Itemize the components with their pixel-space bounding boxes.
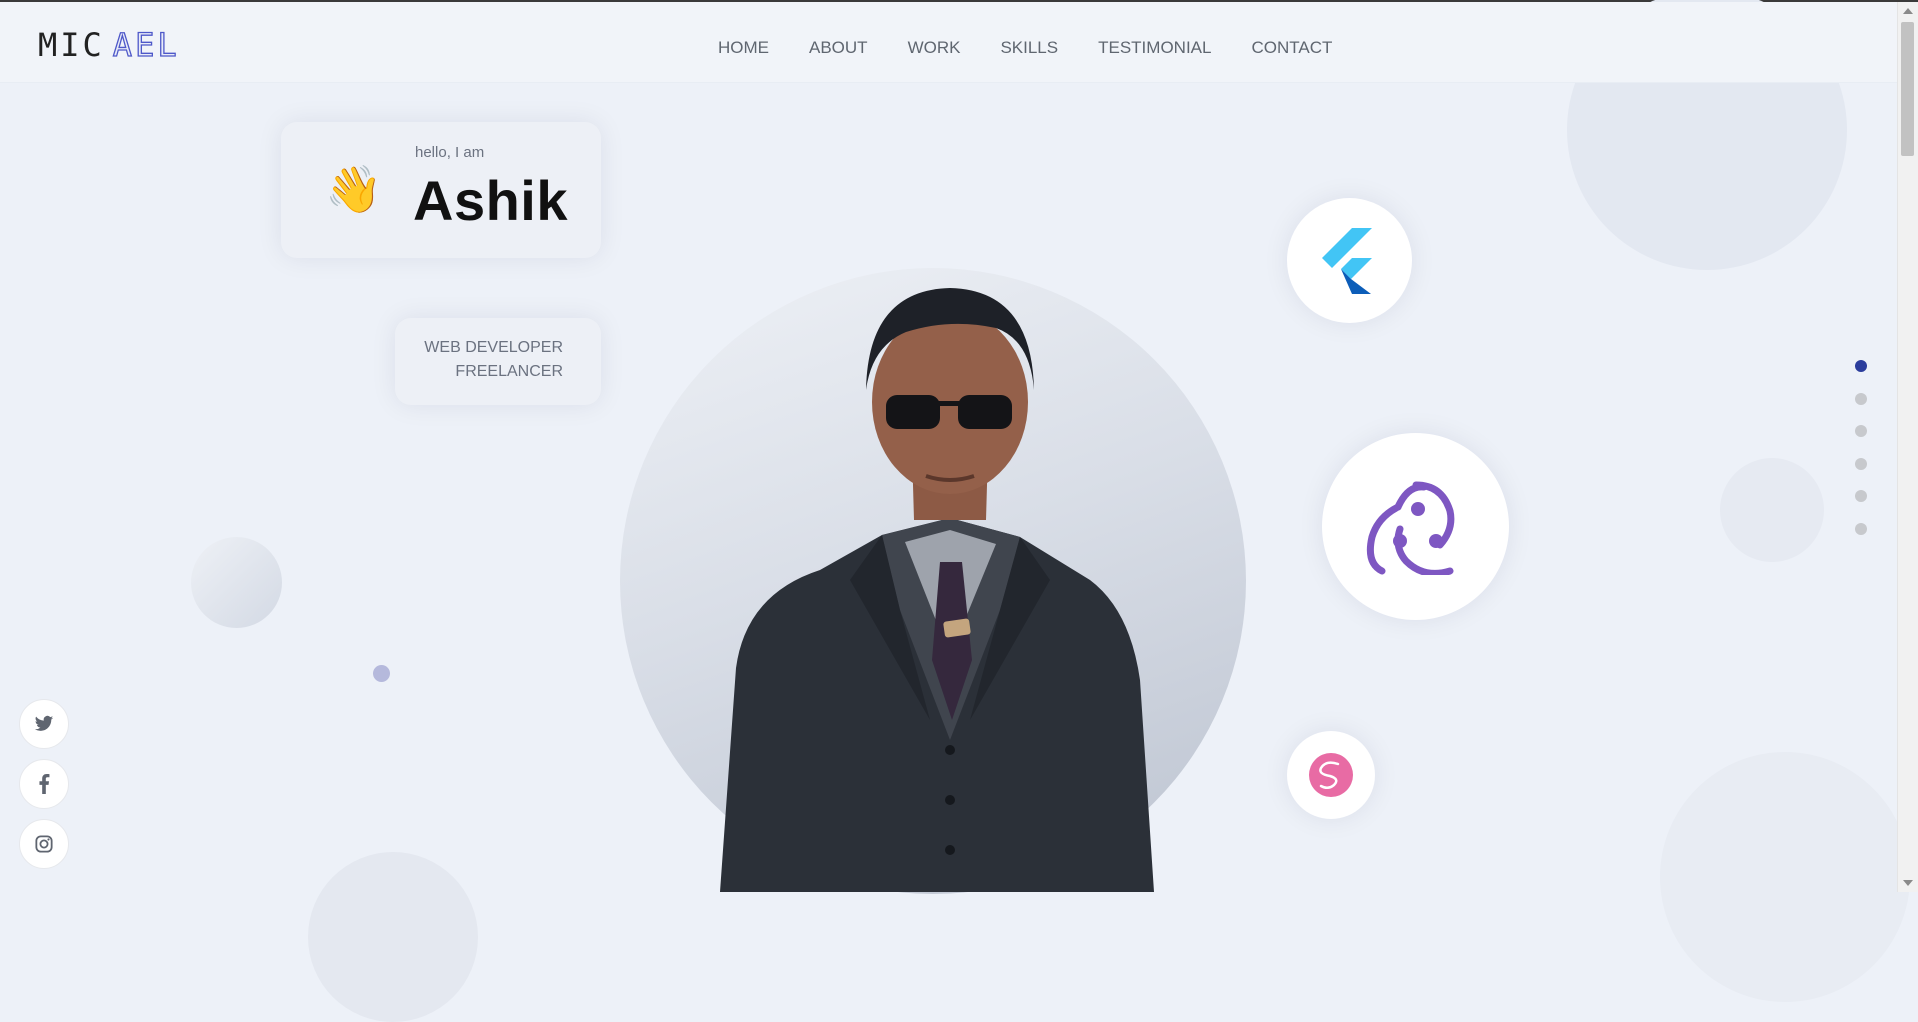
nav-link-about[interactable]: ABOUT [809,38,868,58]
twitter-link[interactable] [19,699,69,749]
redux-icon [1366,481,1454,575]
flutter-icon [1321,227,1372,294]
instagram-icon [35,835,53,853]
tech-bubble-sass [1287,731,1375,819]
twitter-icon [34,715,54,731]
section-dot-testimonial[interactable] [1855,490,1867,503]
instagram-link[interactable] [19,819,69,869]
sass-icon [1309,753,1353,797]
top-navbar: MIC AEL HOME ABOUT WORK SKILLS TESTIMONI… [0,2,1898,83]
section-pagination [1855,360,1867,556]
nav-link-testimonial[interactable]: TESTIMONIAL [1098,38,1211,58]
nav-link-skills[interactable]: SKILLS [1000,38,1058,58]
nav-link-home[interactable]: HOME [718,38,769,58]
brand-logo[interactable]: MIC AEL [38,25,180,64]
section-dot-skills[interactable] [1855,457,1867,470]
tech-bubble-flutter [1287,198,1412,323]
waving-hand-icon: 👋 [325,162,383,216]
decor-circle-right [1720,458,1824,562]
decor-circle-bottom-right [1660,752,1910,1002]
section-dot-home[interactable] [1855,360,1867,372]
facebook-icon [39,774,50,794]
section-dot-about[interactable] [1855,392,1867,405]
role-freelancer: FREELANCER [455,363,563,380]
scrollbar-thumb[interactable] [1901,22,1914,156]
greeting-card: 👋 hello, I am Ashik [281,122,601,258]
section-dot-work[interactable] [1855,425,1867,438]
logo-text-outline: AEL [112,25,180,64]
section-dot-contact[interactable] [1855,522,1867,535]
nav-link-work[interactable]: WORK [908,38,961,58]
hero-name: Ashik [413,169,568,232]
decor-dot-purple [373,665,390,682]
scroll-down-arrow-icon[interactable] [1903,880,1913,886]
facebook-link[interactable] [19,759,69,809]
tech-bubble-redux [1322,433,1509,620]
decor-circle-bottom-left [308,852,478,1022]
role-card: WEB DEVELOPER FREELANCER [395,318,601,405]
main-nav: HOME ABOUT WORK SKILLS TESTIMONIAL CONTA… [718,38,1332,58]
scroll-up-arrow-icon[interactable] [1903,8,1913,14]
logo-text-solid: MIC [38,26,105,64]
page-scrollbar[interactable] [1897,2,1918,892]
decor-circle-left [191,537,282,628]
nav-link-contact[interactable]: CONTACT [1251,38,1332,58]
role-web-developer: WEB DEVELOPER [424,339,563,356]
profile-portrait [720,288,1154,892]
greeting-text: hello, I am [415,144,485,161]
